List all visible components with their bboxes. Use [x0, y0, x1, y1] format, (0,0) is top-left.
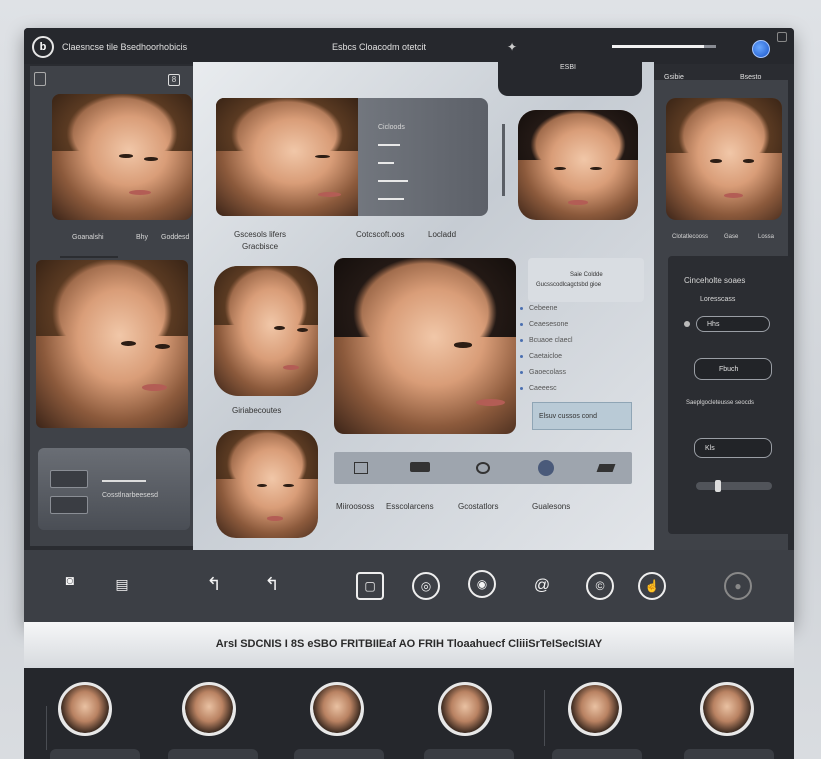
adjust-icon[interactable]: ◉ — [468, 570, 496, 598]
progress-fill — [612, 45, 704, 48]
list-item[interactable]: Ceaesesone — [520, 321, 568, 328]
caption-text: ArsI SDCNIS I 8S eSBO FRITBIIEaf AO FRIH… — [215, 638, 603, 650]
avatar-tab[interactable] — [294, 749, 384, 759]
crop-icon[interactable]: ▢ — [356, 572, 384, 600]
info-box-sub: Gucsscodlcagctsbd gioe — [536, 282, 602, 288]
avatar-tab[interactable] — [552, 749, 642, 759]
globe-small-icon[interactable] — [538, 460, 554, 476]
list-item[interactable]: Bcuaoe claecl — [520, 337, 573, 344]
document-icon[interactable]: ▤ — [108, 570, 136, 598]
portrait-woman-2[interactable] — [36, 260, 188, 428]
avatar[interactable] — [182, 682, 236, 736]
field-3[interactable]: Kls — [694, 438, 772, 458]
caption-left-sub: Gracbisce — [242, 242, 279, 251]
logo-icon[interactable]: b — [32, 36, 54, 58]
divider — [46, 706, 47, 750]
action-button[interactable]: Elsuv cussos cond — [532, 402, 632, 430]
avatar[interactable] — [700, 682, 754, 736]
portrait-woman-dark[interactable] — [518, 110, 638, 220]
tab-label[interactable]: ESBI — [560, 64, 576, 71]
settings-title: Cinceholte soaes — [684, 276, 746, 285]
portrait-woman-3[interactable] — [214, 266, 318, 396]
caption-left: Gscesols lifers — [234, 230, 287, 239]
bottom-label-2: Esscolarcens — [386, 502, 434, 511]
grid-icon[interactable]: 8 — [168, 74, 180, 86]
tile-icon[interactable] — [34, 72, 46, 86]
list-item[interactable]: Caetaicloe — [520, 353, 562, 360]
list-item[interactable]: Caeeesc — [520, 385, 557, 392]
spiral-icon[interactable]: @ — [528, 572, 556, 600]
portrait-woman-1[interactable] — [52, 94, 192, 220]
caption-2: Bhy — [136, 234, 149, 241]
caption-3: Goddesd — [161, 234, 190, 241]
right-header-label: Gsibie — [664, 74, 684, 81]
info-box-title: Saie Coldde — [570, 272, 603, 278]
info-card[interactable] — [38, 448, 190, 530]
window-title: Esbcs Cloacodm otetcit — [332, 42, 427, 52]
app-title: Claesncse tile Bsedhoorhobicis — [62, 42, 188, 52]
window-control-icon[interactable] — [777, 32, 787, 42]
right-caption-3: Lossa — [758, 234, 775, 240]
redo-icon[interactable]: ↰ — [258, 570, 286, 598]
image-icon[interactable] — [354, 462, 368, 474]
avatar[interactable] — [568, 682, 622, 736]
avatar[interactable] — [58, 682, 112, 736]
slider-track[interactable] — [696, 482, 772, 490]
avatar[interactable] — [310, 682, 364, 736]
text-line — [102, 480, 146, 482]
eye-icon[interactable] — [476, 462, 490, 474]
slider-thumb[interactable] — [715, 480, 721, 492]
right-caption-2: Gase — [724, 234, 739, 240]
text-line — [378, 198, 404, 200]
hero-card-label: Cicloods — [378, 124, 405, 131]
thumbnail-1[interactable] — [50, 470, 88, 488]
text-line — [378, 180, 408, 182]
filter-icon[interactable]: ◎ — [412, 572, 440, 600]
avatar-tab[interactable] — [424, 749, 514, 759]
text-line — [378, 144, 400, 146]
right-caption-1: Clotatlecooss — [672, 234, 709, 240]
text-line — [378, 162, 394, 164]
record-icon[interactable]: ● — [724, 572, 752, 600]
brush-icon[interactable] — [596, 464, 616, 472]
tool-bar — [24, 550, 794, 622]
scrollbar[interactable] — [502, 124, 505, 196]
globe-icon[interactable] — [752, 40, 770, 58]
thumbnail-2[interactable] — [50, 496, 88, 514]
divider — [544, 690, 545, 746]
settings-subtitle: Loresscass — [700, 296, 736, 303]
touch-icon[interactable]: ☝ — [638, 572, 666, 600]
right-header-label: Bsesto — [740, 74, 762, 81]
bottom-label-4: Gualesons — [532, 502, 571, 511]
list-item[interactable]: Gaoecolass — [520, 369, 566, 376]
section-label: Saeplgocleteusse seocds — [686, 400, 755, 406]
bottom-label-1: Miiroososs — [336, 502, 375, 511]
portrait-woman-4[interactable] — [216, 430, 318, 538]
list-item[interactable]: Cebeene — [520, 305, 557, 312]
avatar-tab[interactable] — [684, 749, 774, 759]
info-box — [528, 258, 644, 302]
undo-icon[interactable]: ↰ — [200, 570, 228, 598]
info-card-label: Cosstlnarbeesesd — [102, 492, 159, 499]
divider — [60, 256, 118, 258]
bottom-label-3: Gcostatlors — [458, 502, 499, 511]
field-2[interactable]: Fbuch — [694, 358, 772, 380]
film-icon[interactable] — [410, 462, 430, 472]
toggle-dot[interactable] — [684, 321, 690, 327]
small-face-label: Giriabecoutes — [232, 406, 282, 415]
sparkle-icon[interactable]: ✦ — [507, 40, 517, 54]
camera-icon[interactable]: ◙ — [56, 566, 84, 594]
caption-right: Locladd — [428, 230, 457, 239]
field-1[interactable]: Hhs — [696, 316, 770, 332]
avatar[interactable] — [438, 682, 492, 736]
portrait-hero[interactable] — [334, 258, 516, 434]
copyright-icon[interactable]: © — [586, 572, 614, 600]
caption-mid: Cotcscoft.oos — [356, 230, 405, 239]
portrait-woman-5[interactable] — [666, 98, 782, 220]
caption-1: Goanalshi — [72, 234, 104, 241]
avatar-tab[interactable] — [50, 749, 140, 759]
avatar-tab[interactable] — [168, 749, 258, 759]
avatar-bar — [24, 668, 794, 759]
portrait-profile[interactable] — [216, 98, 358, 216]
